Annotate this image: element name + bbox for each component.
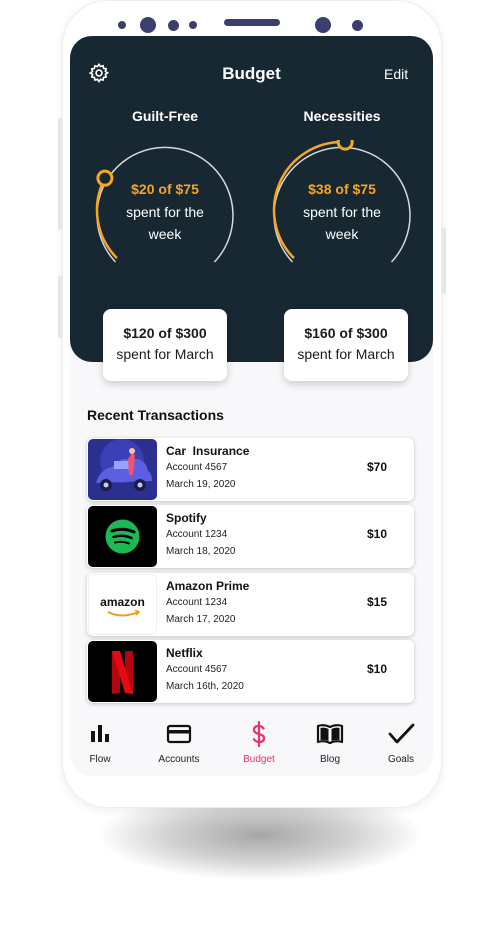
- nav-label: Goals: [387, 754, 415, 765]
- dollar-icon: [252, 720, 266, 748]
- edit-button[interactable]: Edit: [384, 66, 408, 82]
- transaction-date: March 16th, 2020: [166, 681, 244, 692]
- necessities-label: Necessities: [303, 108, 381, 124]
- transaction-row[interactable]: amazon Amazon Prime Account 1234 March 1…: [87, 573, 414, 636]
- guilt-free-subtitle: spent for the: [126, 204, 204, 220]
- transaction-date: March 19, 2020: [166, 479, 236, 490]
- month-subtitle: spent for March: [116, 346, 214, 362]
- transaction-amount: $15: [367, 595, 388, 609]
- guilt-free-amount: $20 of $75: [131, 181, 199, 197]
- sensor-dot: [352, 20, 363, 31]
- nav-item-budget[interactable]: Budget: [224, 720, 294, 765]
- nav-item-flow[interactable]: Flow: [70, 720, 135, 765]
- nav-item-goals[interactable]: Goals: [366, 720, 433, 765]
- necessities-amount: $38 of $75: [308, 181, 376, 197]
- transaction-date: March 18, 2020: [166, 546, 236, 557]
- gauge-knob[interactable]: [336, 140, 354, 151]
- nav-item-accounts[interactable]: Accounts: [144, 720, 214, 765]
- amazon-smile: [107, 610, 141, 617]
- page-title: Budget: [222, 64, 281, 83]
- transaction-row[interactable]: Car Insurance Account 4567 March 19, 202…: [87, 438, 414, 501]
- app-screen: Budget Edit Guilt-Free $20 of $75 spent …: [70, 36, 433, 776]
- necessities-subtitle: week: [325, 226, 359, 242]
- transaction-account: Account 4567: [166, 664, 228, 675]
- transaction-name: Spotify: [166, 511, 207, 525]
- spotify-logo-icon: [88, 506, 157, 567]
- guilt-free-label: Guilt-Free: [131, 108, 199, 124]
- book-icon: [316, 724, 344, 745]
- guilt-free-subtitle: week: [148, 226, 182, 242]
- transaction-account: Account 4567: [166, 462, 228, 473]
- car-insurance-image: [88, 439, 157, 500]
- transaction-amount: $10: [367, 527, 388, 541]
- transaction-name: Car Insurance: [166, 444, 250, 458]
- amazon-logo-text: amazon: [100, 595, 145, 609]
- netflix-logo-icon: [88, 641, 157, 702]
- nav-label: Budget: [243, 754, 275, 765]
- sensor-dot: [168, 20, 179, 31]
- transaction-row[interactable]: Spotify Account 1234 March 18, 2020 $10: [87, 505, 414, 568]
- nav-item-blog[interactable]: Blog: [295, 720, 365, 765]
- nav-label: Accounts: [158, 754, 200, 765]
- front-camera: [140, 17, 156, 33]
- power-button: [442, 228, 446, 294]
- amazon-logo-icon: amazon: [88, 574, 157, 635]
- nav-label: Blog: [319, 754, 340, 765]
- guilt-free-month-card[interactable]: $120 of $300 spent for March: [103, 309, 227, 381]
- transaction-amount: $70: [367, 460, 388, 474]
- sensor-dot: [118, 21, 126, 29]
- transaction-account: Account 1234: [166, 597, 228, 608]
- side-button: [58, 276, 62, 338]
- checkmark-icon: [388, 723, 415, 744]
- bar-chart-icon: [91, 725, 109, 742]
- credit-card-icon: [166, 724, 192, 744]
- transaction-date: March 17, 2020: [166, 614, 236, 625]
- necessities-subtitle: spent for the: [303, 204, 381, 220]
- earpiece-speaker: [224, 19, 280, 26]
- transaction-name: Netflix: [166, 646, 203, 660]
- month-amount: $160 of $300: [304, 325, 388, 341]
- sensor-dot: [189, 21, 197, 29]
- month-amount: $120 of $300: [123, 325, 207, 341]
- volume-button: [58, 118, 62, 230]
- front-camera: [315, 17, 331, 33]
- nav-label: Flow: [89, 754, 111, 765]
- transaction-amount: $10: [367, 662, 388, 676]
- month-subtitle: spent for March: [297, 346, 395, 362]
- transaction-name: Amazon Prime: [166, 579, 250, 593]
- bottom-nav: Flow Accounts Budget Blog Goals: [70, 716, 433, 776]
- transaction-row[interactable]: Netflix Account 4567 March 16th, 2020 $1…: [87, 640, 414, 703]
- transaction-account: Account 1234: [166, 529, 228, 540]
- necessities-month-card[interactable]: $160 of $300 spent for March: [284, 309, 408, 381]
- recent-transactions-heading: Recent Transactions: [87, 407, 224, 423]
